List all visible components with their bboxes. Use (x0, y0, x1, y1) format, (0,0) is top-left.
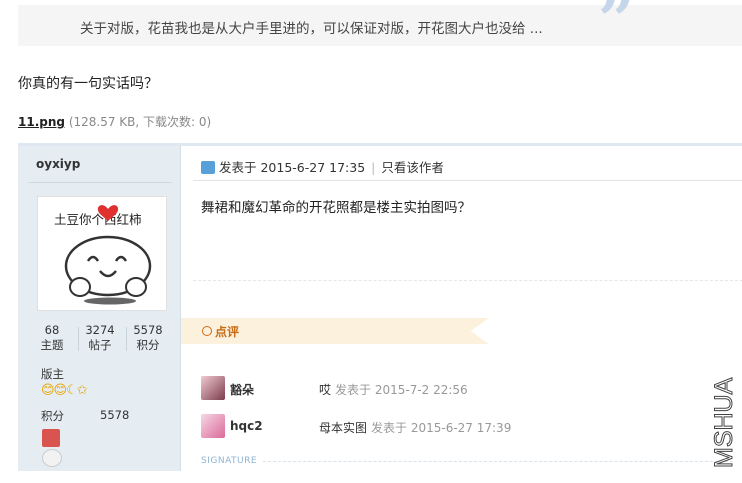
post-status-icon (201, 161, 215, 174)
rank-icons: 😊😊☾✩ (41, 383, 88, 398)
avatar-caption: 土豆你个西红柿 (54, 212, 142, 227)
stat-separator (78, 327, 79, 351)
watermark-text: MSHUA (710, 377, 737, 468)
author-username: oyxiyp (36, 157, 81, 171)
attachment-meta: (128.57 KB, 下载次数: 0) (68, 115, 212, 129)
quote-block: 关于对版，花苗我也是从大户手里进的，可以保证对版，开花图大户也没给 ... ” (18, 0, 742, 53)
signature-divider (263, 461, 733, 462)
comment-text: 母本实图 发表于 2015-6-27 17:39 (319, 421, 512, 435)
signature-label: SIGNATURE (201, 456, 258, 466)
header-divider: | (371, 160, 376, 175)
author-avatar: 土豆你个西红柿 (37, 196, 167, 311)
sidebar-divider (28, 182, 172, 183)
commenter-name[interactable]: 豁朵 (230, 381, 254, 398)
comment-text: 哎发表于 2015-7-2 22:56 (319, 383, 468, 397)
post-body: 舞裙和魔幻革命的开花照都是楼主实拍图吗？ (201, 200, 471, 216)
stat-posts[interactable]: 3274 帖子 (80, 323, 120, 353)
stat-separator (126, 327, 127, 351)
post-header: 发表于 2015-6-27 17:35 | 只看该作者 (201, 157, 444, 176)
medal-icon (42, 429, 60, 447)
content-divider (193, 280, 742, 281)
commenter-avatar[interactable] (201, 376, 225, 400)
review-label[interactable]: 点评 (202, 323, 239, 340)
quote-mark-icon: ” (598, 0, 635, 58)
quote-text: 关于对版，花苗我也是从大户手里进的，可以保证对版，开花图大户也没给 ... (80, 21, 543, 37)
review-circle-icon (202, 326, 212, 336)
review-banner: 点评 (181, 318, 489, 344)
emblem-icon (42, 449, 62, 467)
post-date: 发表于 2015-6-27 17:35 (219, 160, 366, 175)
attachment-line: 11.png (128.57 KB, 下载次数: 0) (18, 113, 211, 130)
stat-topics[interactable]: 68 主题 (32, 323, 72, 353)
author-role: 版主 (41, 367, 64, 381)
commenter-avatar[interactable] (201, 414, 225, 438)
commenter-name[interactable]: hqc2 (230, 419, 263, 433)
header-rule (193, 180, 742, 181)
comment-time: 发表于 2015-6-27 17:39 (371, 421, 512, 435)
attachment-link[interactable]: 11.png (18, 115, 65, 129)
avatar-image: 土豆你个西红柿 (54, 205, 152, 305)
reply-text: 你真的有一句实话吗？ (18, 76, 158, 92)
points-label: 积分 (41, 409, 64, 423)
author-sidebar: oyxiyp 土豆你个西红柿 68 主题 3274 帖子 5578 积分 版主 … (18, 146, 181, 471)
watermark: MSHUA (710, 377, 738, 468)
attached-screenshot: oyxiyp 土豆你个西红柿 68 主题 3274 帖子 5578 积分 版主 … (18, 143, 742, 471)
points-value: 5578 (100, 408, 130, 422)
only-author-link[interactable]: 只看该作者 (381, 160, 444, 175)
stat-points[interactable]: 5578 积分 (128, 323, 168, 353)
comment-time: 发表于 2015-7-2 22:56 (335, 383, 468, 397)
